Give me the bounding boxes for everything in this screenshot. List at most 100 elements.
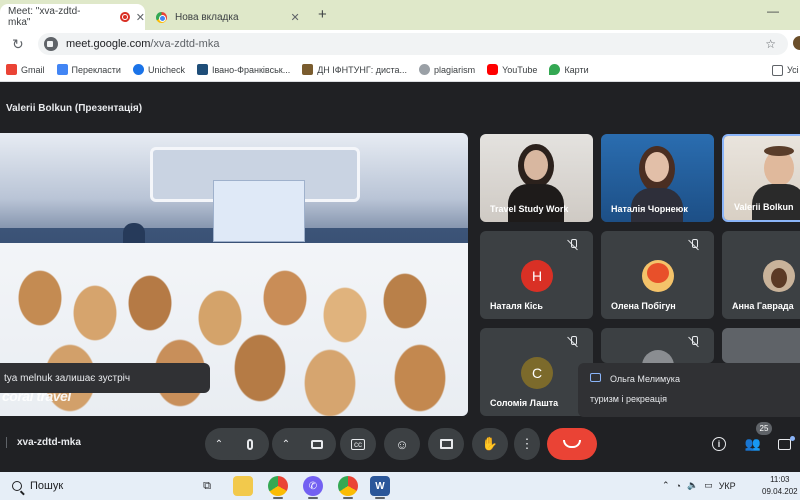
new-tab-icon[interactable]: + (318, 6, 327, 23)
mic-off-icon (688, 239, 700, 251)
tab-new-tab[interactable]: Нова вкладка ✕ (148, 4, 308, 30)
mic-icon (247, 438, 253, 450)
emoji-button[interactable]: ☺ (384, 428, 420, 460)
file-explorer-icon[interactable] (233, 476, 253, 496)
participant-name: Соломія Лашта (490, 398, 559, 408)
all-bookmarks[interactable]: Усі (772, 58, 799, 82)
bookmark-unicheck[interactable]: Unicheck (132, 64, 185, 75)
leave-call-button[interactable] (547, 428, 597, 460)
participant-tile[interactable]: Анна Гаврада (722, 231, 800, 319)
battery-icon[interactable]: ▭ (704, 480, 713, 491)
mic-off-icon (567, 336, 579, 348)
people-button[interactable]: 👥 (741, 432, 765, 456)
tab-meet[interactable]: Meet: "xva-zdtd-mka" ✕ (0, 4, 145, 30)
avatar (642, 350, 674, 363)
clock[interactable]: 11:03 09.04.202 (762, 474, 798, 498)
participant-tile-active[interactable]: Valerii Bolkun (722, 134, 800, 222)
profile-avatar[interactable] (793, 36, 800, 50)
bookmark-star-icon[interactable]: ☆ (765, 37, 776, 51)
info-icon: i (712, 437, 726, 451)
participant-name: Travel Study Work (490, 204, 569, 214)
participant-tile[interactable]: Наталія Чорнеюк (601, 134, 714, 222)
chat-notification[interactable]: Ольга Мелимука туризм і рекреація (578, 363, 800, 417)
participant-tile[interactable]: Олена Побігун (601, 231, 714, 319)
reload-icon[interactable]: ↻ (12, 36, 30, 53)
more-vert-icon: ⋮ (520, 436, 534, 451)
captions-icon: cc (351, 438, 365, 450)
participant-tile[interactable]: С Соломія Лашта (480, 328, 593, 416)
address-bar: ↻ meet.google.com/xva-zdtd-mka ☆ (0, 30, 800, 58)
participant-count-badge: 25 (756, 422, 772, 435)
youtube-icon (487, 64, 499, 75)
camera-button[interactable] (301, 428, 333, 460)
meeting-code: xva-zdtd-mka (6, 437, 81, 448)
minimize-icon[interactable]: — (767, 4, 779, 18)
avatar (763, 260, 795, 292)
participant-name: Valerii Bolkun (734, 202, 794, 212)
chat-sender: Ольга Мелимука (610, 374, 680, 384)
bookmarks-bar: Gmail Перекласти Unicheck Івано-Франківс… (0, 58, 800, 82)
translate-icon (56, 64, 68, 75)
gmail-icon (6, 64, 17, 75)
bookmark-gmail[interactable]: Gmail (6, 64, 45, 75)
bookmark-page-icon (196, 64, 208, 75)
word-icon[interactable]: W (370, 476, 390, 496)
present-screen-icon (439, 439, 453, 449)
wifi-icon[interactable]: ◔ (676, 481, 681, 491)
viber-icon[interactable]: ✆ (303, 476, 323, 496)
participant-tile[interactable] (601, 328, 714, 363)
bookmark-youtube[interactable]: YouTube (487, 64, 537, 75)
bookmark-page-icon (302, 64, 314, 75)
chrome-app-icon[interactable] (268, 476, 288, 496)
more-options-button[interactable]: ⋮ (514, 428, 540, 460)
bookmark-page-icon (419, 64, 431, 75)
participant-name: Анна Гаврада (732, 301, 794, 311)
language-indicator[interactable]: УКР (719, 481, 736, 491)
participant-name: Наталія Чорнеюк (611, 204, 688, 214)
meeting-info-button[interactable]: i (707, 432, 731, 456)
leave-notification: tya melnuk залишає зустріч (0, 363, 210, 393)
chat-message-text: туризм і рекреація (590, 394, 667, 404)
windows-taskbar: Пошук ⧉ ✆ W ⌃ ◔ 🔈 ▭ УКР 11:03 09.04.202 (0, 472, 800, 500)
bookmark-plagiarism[interactable]: plagiarism (419, 64, 475, 75)
hand-icon: ✋ (481, 436, 499, 451)
participant-tile[interactable] (722, 328, 800, 363)
clock-time: 11:03 (770, 475, 790, 484)
browser-tab-bar: Meet: "xva-zdtd-mka" ✕ Нова вкладка ✕ + … (0, 0, 800, 30)
chevron-up-icon[interactable]: ⌃ (662, 480, 670, 491)
folder-icon (772, 64, 783, 76)
recording-icon (120, 12, 130, 22)
bookmark-dn-ifntung[interactable]: ДН ІФНТУНГ: диста... (302, 64, 407, 75)
mic-off-icon (567, 239, 579, 251)
bookmark-translate[interactable]: Перекласти (56, 64, 121, 75)
clock-date: 09.04.202 (762, 487, 798, 496)
close-tab-icon[interactable]: ✕ (291, 11, 300, 24)
taskbar-search[interactable]: Пошук (12, 476, 182, 496)
bookmark-maps[interactable]: Карти (549, 64, 589, 75)
chrome-app-icon[interactable] (338, 476, 358, 496)
present-button[interactable] (428, 428, 464, 460)
tab-title: Meet: "xva-zdtd-mka" (8, 6, 81, 28)
emoji-icon: ☺ (395, 436, 409, 452)
url-field[interactable]: meet.google.com/xva-zdtd-mka ☆ (38, 33, 788, 55)
close-tab-icon[interactable]: ✕ (136, 11, 145, 24)
task-view-icon[interactable]: ⧉ (197, 476, 217, 496)
maps-icon (549, 64, 561, 75)
mic-options-chevron-icon[interactable]: ⌃ (209, 428, 229, 460)
people-icon: 👥 (744, 436, 762, 451)
raise-hand-button[interactable]: ✋ (472, 428, 508, 460)
participant-tile[interactable]: Travel Study Work (480, 134, 593, 222)
site-info-icon[interactable] (44, 37, 58, 51)
mic-off-icon (688, 336, 700, 348)
captions-button[interactable]: cc (340, 428, 376, 460)
bookmark-ivano-frankivsk[interactable]: Івано-Франківськ... (196, 64, 290, 75)
end-call-icon (563, 440, 581, 448)
search-icon (12, 481, 22, 491)
mic-button[interactable] (234, 428, 266, 460)
volume-icon[interactable]: 🔈 (687, 480, 698, 491)
camera-options-chevron-icon[interactable]: ⌃ (276, 428, 296, 460)
camera-icon (311, 439, 323, 449)
chat-message-icon (590, 373, 601, 382)
url-path: /xva-zdtd-mka (150, 38, 220, 50)
participant-tile[interactable]: Н Наталя Кісь (480, 231, 593, 319)
